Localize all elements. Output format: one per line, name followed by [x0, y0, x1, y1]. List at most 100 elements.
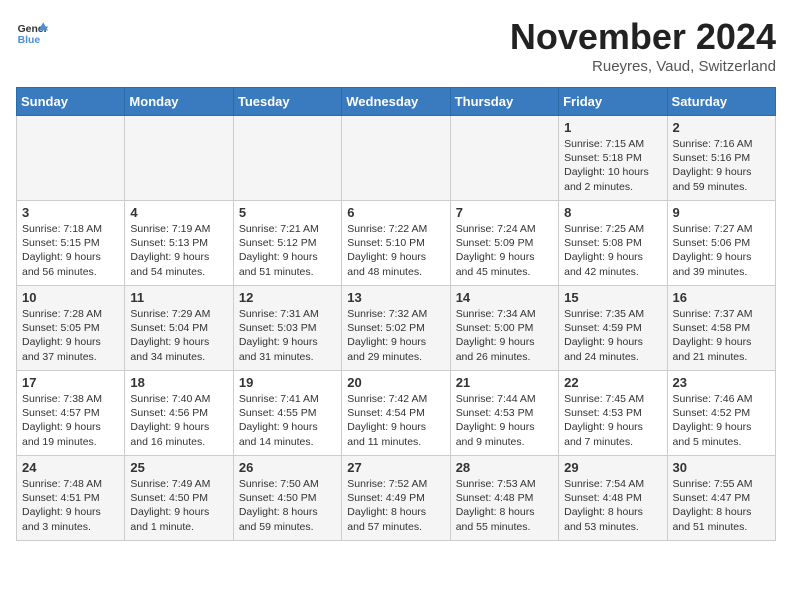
calendar-week-row: 17 Sunrise: 7:38 AM Sunset: 4:57 PM Dayli…: [17, 371, 776, 456]
day-number: 12: [239, 290, 336, 305]
day-number: 1: [564, 120, 661, 135]
calendar-day-cell: 26Sunrise: 7:50 AM Sunset: 4:50 PM Dayli…: [233, 456, 341, 541]
day-info: Sunrise: 7:28 AM Sunset: 5:05 PM Dayligh…: [22, 307, 119, 364]
day-number: 27: [347, 460, 444, 475]
day-info: Sunrise: 7:25 AM Sunset: 5:08 PM Dayligh…: [564, 222, 661, 279]
month-title: November 2024: [510, 16, 776, 58]
day-number: 18: [130, 375, 227, 390]
day-info: Sunrise: 7:27 AM Sunset: 5:06 PM Dayligh…: [673, 222, 770, 279]
calendar-day-cell: 28 Sunrise: 7:53 AM Sunset: 4:48 PM Dayli…: [450, 456, 558, 541]
day-number: 7: [456, 205, 553, 220]
day-number: 17: [22, 375, 119, 390]
weekday-header-cell: Saturday: [667, 88, 775, 116]
weekday-header-cell: Friday: [559, 88, 667, 116]
day-number: 13: [347, 290, 444, 305]
calendar-day-cell: 14 Sunrise: 7:34 AM Sunset: 5:00 PM Dayli…: [450, 286, 558, 371]
day-info: Sunrise: 7:40 AM Sunset: 4:56 PM Dayligh…: [130, 392, 227, 449]
day-info: Sunrise: 7:19 AM Sunset: 5:13 PM Dayligh…: [130, 222, 227, 279]
logo: General Blue: [16, 16, 48, 48]
calendar-day-cell: 22 Sunrise: 7:45 AM Sunset: 4:53 PM Dayli…: [559, 371, 667, 456]
calendar-week-row: 3 Sunrise: 7:18 AM Sunset: 5:15 PM Daylig…: [17, 201, 776, 286]
day-info: Sunrise: 7:15 AM Sunset: 5:18 PM Dayligh…: [564, 137, 661, 194]
day-number: 6: [347, 205, 444, 220]
day-info: Sunrise: 7:24 AM Sunset: 5:09 PM Dayligh…: [456, 222, 553, 279]
calendar-day-cell: 24 Sunrise: 7:48 AM Sunset: 4:51 PM Dayli…: [17, 456, 125, 541]
calendar-day-cell: 4 Sunrise: 7:19 AM Sunset: 5:13 PM Daylig…: [125, 201, 233, 286]
day-info: Sunrise: 7:49 AM Sunset: 4:50 PM Dayligh…: [130, 477, 227, 534]
page-header: General Blue November 2024 Rueyres, Vaud…: [16, 16, 776, 75]
calendar-day-cell: 3 Sunrise: 7:18 AM Sunset: 5:15 PM Daylig…: [17, 201, 125, 286]
calendar-day-cell: 8 Sunrise: 7:25 AM Sunset: 5:08 PM Daylig…: [559, 201, 667, 286]
day-number: 2: [673, 120, 770, 135]
day-info: Sunrise: 7:52 AM Sunset: 4:49 PM Dayligh…: [347, 477, 444, 534]
title-block: November 2024 Rueyres, Vaud, Switzerland: [510, 16, 776, 75]
calendar-day-cell: 10 Sunrise: 7:28 AM Sunset: 5:05 PM Dayli…: [17, 286, 125, 371]
calendar-day-cell: 18 Sunrise: 7:40 AM Sunset: 4:56 PM Dayli…: [125, 371, 233, 456]
day-info: Sunrise: 7:38 AM Sunset: 4:57 PM Dayligh…: [22, 392, 119, 449]
day-info: Sunrise: 7:45 AM Sunset: 4:53 PM Dayligh…: [564, 392, 661, 449]
day-info: Sunrise: 7:16 AM Sunset: 5:16 PM Dayligh…: [673, 137, 770, 194]
day-info: Sunrise: 7:50 AM Sunset: 4:50 PM Dayligh…: [239, 477, 336, 534]
weekday-header-cell: Wednesday: [342, 88, 450, 116]
day-number: 25: [130, 460, 227, 475]
day-number: 28: [456, 460, 553, 475]
weekday-header-cell: Sunday: [17, 88, 125, 116]
calendar-day-cell: 29Sunrise: 7:54 AM Sunset: 4:48 PM Dayli…: [559, 456, 667, 541]
day-info: Sunrise: 7:53 AM Sunset: 4:48 PM Dayligh…: [456, 477, 553, 534]
calendar-day-cell: 20 Sunrise: 7:42 AM Sunset: 4:54 PM Dayli…: [342, 371, 450, 456]
day-number: 10: [22, 290, 119, 305]
calendar-day-cell: 13 Sunrise: 7:32 AM Sunset: 5:02 PM Dayli…: [342, 286, 450, 371]
calendar-day-cell: [450, 116, 558, 201]
day-number: 24: [22, 460, 119, 475]
day-number: 30: [673, 460, 770, 475]
calendar-week-row: 1 Sunrise: 7:15 AM Sunset: 5:18 PM Daylig…: [17, 116, 776, 201]
day-info: Sunrise: 7:42 AM Sunset: 4:54 PM Dayligh…: [347, 392, 444, 449]
day-number: 20: [347, 375, 444, 390]
day-info: Sunrise: 7:18 AM Sunset: 5:15 PM Dayligh…: [22, 222, 119, 279]
day-number: 19: [239, 375, 336, 390]
calendar-day-cell: 23Sunrise: 7:46 AM Sunset: 4:52 PM Dayli…: [667, 371, 775, 456]
day-number: 4: [130, 205, 227, 220]
weekday-header-row: SundayMondayTuesdayWednesdayThursdayFrid…: [17, 88, 776, 116]
logo-icon: General Blue: [16, 16, 48, 48]
day-info: Sunrise: 7:48 AM Sunset: 4:51 PM Dayligh…: [22, 477, 119, 534]
calendar-day-cell: 7 Sunrise: 7:24 AM Sunset: 5:09 PM Daylig…: [450, 201, 558, 286]
day-number: 15: [564, 290, 661, 305]
day-number: 14: [456, 290, 553, 305]
day-info: Sunrise: 7:32 AM Sunset: 5:02 PM Dayligh…: [347, 307, 444, 364]
calendar-day-cell: [342, 116, 450, 201]
day-info: Sunrise: 7:31 AM Sunset: 5:03 PM Dayligh…: [239, 307, 336, 364]
day-info: Sunrise: 7:41 AM Sunset: 4:55 PM Dayligh…: [239, 392, 336, 449]
day-info: Sunrise: 7:46 AM Sunset: 4:52 PM Dayligh…: [673, 392, 770, 449]
calendar-week-row: 24 Sunrise: 7:48 AM Sunset: 4:51 PM Dayli…: [17, 456, 776, 541]
calendar-day-cell: 5Sunrise: 7:21 AM Sunset: 5:12 PM Daylig…: [233, 201, 341, 286]
calendar-day-cell: 25 Sunrise: 7:49 AM Sunset: 4:50 PM Dayli…: [125, 456, 233, 541]
calendar-day-cell: 9 Sunrise: 7:27 AM Sunset: 5:06 PM Daylig…: [667, 201, 775, 286]
weekday-header-cell: Tuesday: [233, 88, 341, 116]
weekday-header-cell: Monday: [125, 88, 233, 116]
day-info: Sunrise: 7:35 AM Sunset: 4:59 PM Dayligh…: [564, 307, 661, 364]
day-info: Sunrise: 7:44 AM Sunset: 4:53 PM Dayligh…: [456, 392, 553, 449]
calendar-day-cell: 1 Sunrise: 7:15 AM Sunset: 5:18 PM Daylig…: [559, 116, 667, 201]
day-number: 22: [564, 375, 661, 390]
calendar-week-row: 10 Sunrise: 7:28 AM Sunset: 5:05 PM Dayli…: [17, 286, 776, 371]
day-info: Sunrise: 7:34 AM Sunset: 5:00 PM Dayligh…: [456, 307, 553, 364]
day-number: 29: [564, 460, 661, 475]
calendar-day-cell: 16 Sunrise: 7:37 AM Sunset: 4:58 PM Dayli…: [667, 286, 775, 371]
calendar-day-cell: [233, 116, 341, 201]
calendar-day-cell: [17, 116, 125, 201]
calendar-day-cell: 30 Sunrise: 7:55 AM Sunset: 4:47 PM Dayli…: [667, 456, 775, 541]
day-info: Sunrise: 7:22 AM Sunset: 5:10 PM Dayligh…: [347, 222, 444, 279]
day-number: 16: [673, 290, 770, 305]
day-number: 9: [673, 205, 770, 220]
day-info: Sunrise: 7:37 AM Sunset: 4:58 PM Dayligh…: [673, 307, 770, 364]
weekday-header-cell: Thursday: [450, 88, 558, 116]
day-info: Sunrise: 7:21 AM Sunset: 5:12 PM Dayligh…: [239, 222, 336, 279]
day-number: 3: [22, 205, 119, 220]
day-number: 8: [564, 205, 661, 220]
day-info: Sunrise: 7:55 AM Sunset: 4:47 PM Dayligh…: [673, 477, 770, 534]
calendar-table: SundayMondayTuesdayWednesdayThursdayFrid…: [16, 87, 776, 541]
calendar-day-cell: 19 Sunrise: 7:41 AM Sunset: 4:55 PM Dayli…: [233, 371, 341, 456]
day-number: 11: [130, 290, 227, 305]
calendar-day-cell: 15 Sunrise: 7:35 AM Sunset: 4:59 PM Dayli…: [559, 286, 667, 371]
